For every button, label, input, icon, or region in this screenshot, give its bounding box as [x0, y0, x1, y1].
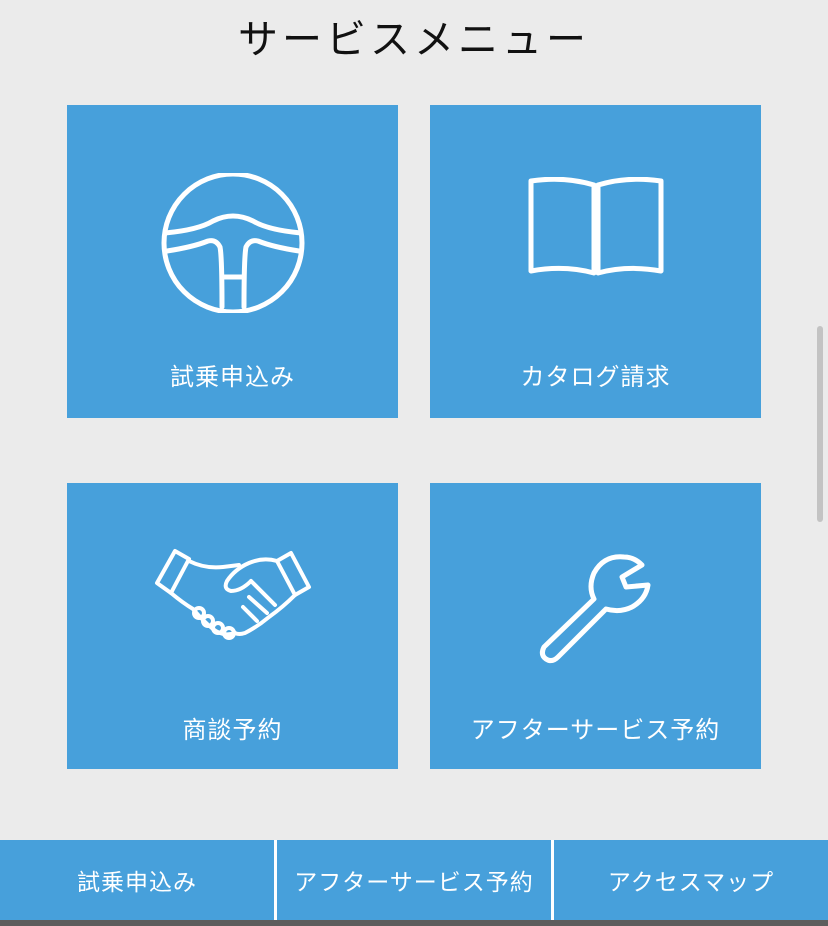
scrollbar-thumb[interactable]	[817, 326, 823, 522]
open-book-icon	[430, 177, 761, 277]
bottom-after-service-button[interactable]: アフターサービス予約	[277, 840, 551, 920]
handshake-icon	[67, 547, 398, 647]
bottom-navigation-bar: 試乗申込み アフターサービス予約 アクセスマップ	[0, 840, 828, 920]
consultation-booking-label: 商談予約	[182, 716, 283, 744]
catalog-request-tile[interactable]: カタログ請求	[430, 105, 761, 418]
test-drive-label: 試乗申込み	[170, 363, 295, 391]
after-service-booking-tile[interactable]: アフターサービス予約	[430, 483, 761, 769]
test-drive-tile[interactable]: 試乗申込み	[67, 105, 398, 418]
steering-wheel-icon	[67, 173, 398, 313]
bottom-access-map-button[interactable]: アクセスマップ	[554, 840, 828, 920]
page-title: サービスメニュー	[238, 17, 590, 63]
wrench-icon	[430, 551, 761, 665]
catalog-request-label: カタログ請求	[520, 363, 671, 391]
bottom-edge-strip	[0, 920, 828, 926]
consultation-booking-tile[interactable]: 商談予約	[67, 483, 398, 769]
after-service-booking-label: アフターサービス予約	[470, 716, 721, 744]
bottom-test-drive-button[interactable]: 試乗申込み	[0, 840, 274, 920]
